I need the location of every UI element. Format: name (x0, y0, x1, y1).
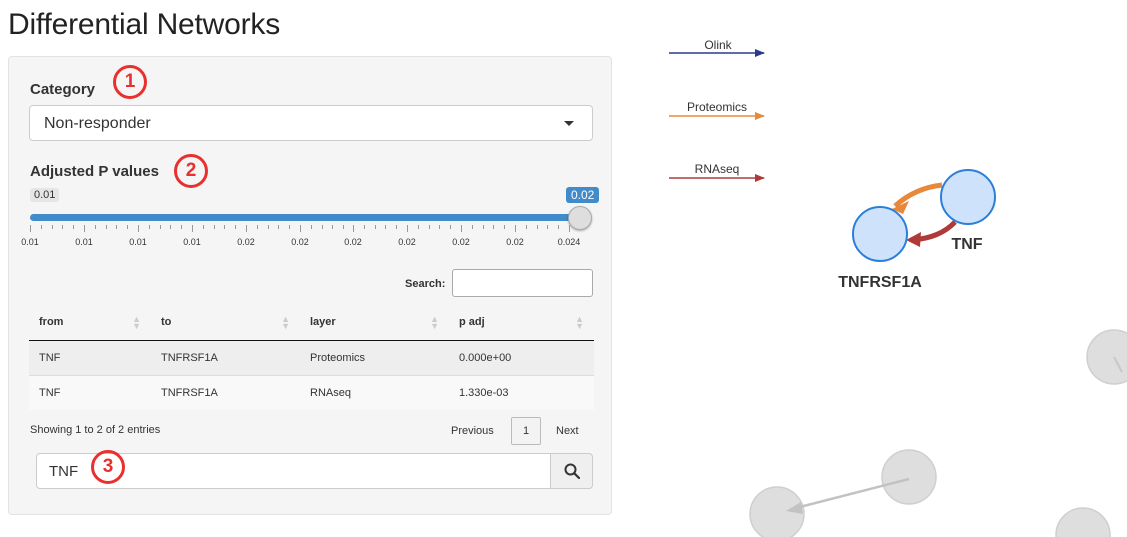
legend-olink-label: Olink (704, 38, 732, 52)
inactive-node[interactable] (881, 449, 937, 505)
node-label-tnfrsf1a: TNFRSF1A (838, 274, 922, 291)
edge-proteomics[interactable] (893, 182, 943, 208)
arrowhead-rnaseq-icon (906, 232, 921, 247)
network-canvas[interactable]: Olink Proteomics RNAseq TNF TNFRSF1A (0, 0, 1127, 537)
node-tnfrsf1a[interactable] (852, 206, 908, 262)
legend-proteomics-label: Proteomics (687, 100, 747, 114)
inactive-node[interactable] (1055, 507, 1111, 537)
node-tnf[interactable] (940, 169, 996, 225)
inactive-node[interactable] (1086, 329, 1127, 385)
legend-rnaseq: RNAseq (669, 162, 765, 182)
legend-proteomics: Proteomics (669, 100, 765, 120)
legend-olink: Olink (669, 38, 765, 57)
node-label-tnf: TNF (951, 236, 982, 253)
legend-rnaseq-label: RNAseq (695, 162, 740, 176)
